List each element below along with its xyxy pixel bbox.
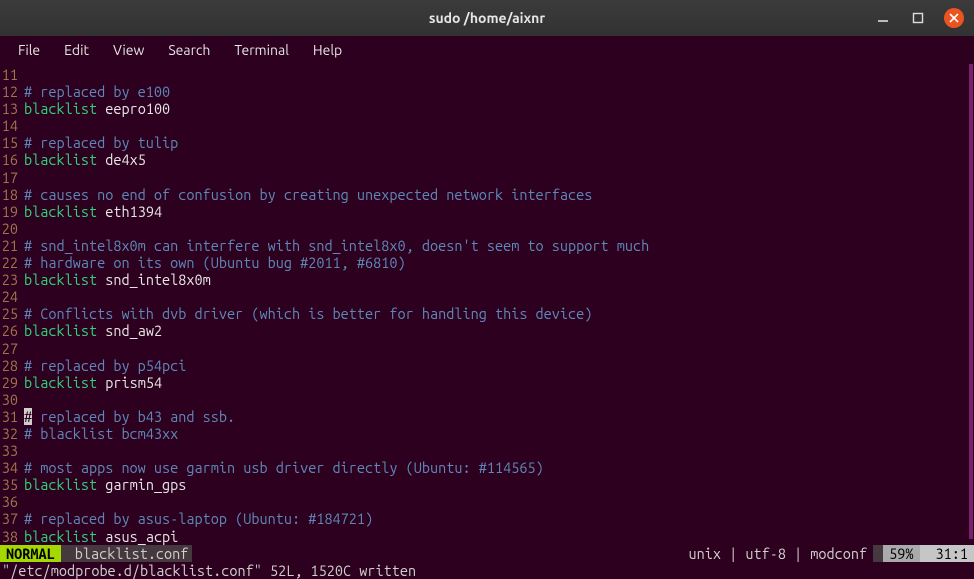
- line-number: 17: [0, 169, 24, 186]
- separator-icon: [920, 545, 930, 562]
- fileinfo-label: unix | utf-8 | modconf: [683, 545, 874, 562]
- menu-edit[interactable]: Edit: [54, 39, 99, 61]
- separator-icon: [192, 545, 202, 562]
- percent-label: 59%: [883, 545, 919, 562]
- code-line: 15# replaced by tulip: [0, 134, 974, 151]
- editor-area[interactable]: 1112# replaced by e10013blacklist eepro1…: [0, 64, 974, 545]
- code-line: 37# replaced by asus-laptop (Ubuntu: #18…: [0, 510, 974, 527]
- message-line: "/etc/modprobe.d/blacklist.conf" 52L, 15…: [0, 562, 974, 579]
- menubar: File Edit View Search Terminal Help: [0, 36, 974, 64]
- line-number: 22: [0, 254, 24, 271]
- cursor: #: [24, 408, 32, 425]
- line-number: 34: [0, 459, 24, 476]
- line-number: 19: [0, 203, 24, 220]
- code-line: 16blacklist de4x5: [0, 151, 974, 168]
- code-line: 33: [0, 442, 974, 459]
- code-line: 38blacklist asus_acpi: [0, 528, 974, 545]
- menu-terminal[interactable]: Terminal: [224, 39, 299, 61]
- minimize-button[interactable]: [874, 10, 891, 27]
- line-number: 31: [0, 408, 24, 425]
- separator-icon: [61, 545, 71, 562]
- line-number: 18: [0, 186, 24, 203]
- code-line: 22# hardware on its own (Ubuntu bug #201…: [0, 254, 974, 271]
- line-number: 23: [0, 271, 24, 288]
- code-line: 19blacklist eth1394: [0, 203, 974, 220]
- line-number: 11: [0, 66, 24, 83]
- position-label: 31:1: [930, 545, 974, 562]
- line-number: 16: [0, 151, 24, 168]
- line-number: 20: [0, 220, 24, 237]
- code-line: 26blacklist snd_aw2: [0, 322, 974, 339]
- code-line: 34# most apps now use garmin usb driver …: [0, 459, 974, 476]
- code-line: 30: [0, 391, 974, 408]
- code-line: 17: [0, 169, 974, 186]
- code-line: 28# replaced by p54pci: [0, 357, 974, 374]
- code-line: 14: [0, 117, 974, 134]
- line-number: 33: [0, 442, 24, 459]
- line-number: 28: [0, 357, 24, 374]
- statusbar: NORMAL blacklist.conf unix | utf-8 | mod…: [0, 545, 974, 562]
- line-number: 38: [0, 528, 24, 545]
- line-number: 36: [0, 493, 24, 510]
- line-number: 12: [0, 83, 24, 100]
- code-line: 36: [0, 493, 974, 510]
- menu-view[interactable]: View: [103, 39, 154, 61]
- line-number: 32: [0, 425, 24, 442]
- code-line: 31# replaced by b43 and ssb.: [0, 408, 974, 425]
- line-number: 30: [0, 391, 24, 408]
- titlebar: sudo /home/aixnr: [0, 0, 974, 36]
- filename-label: blacklist.conf: [71, 545, 193, 562]
- maximize-button[interactable]: [909, 10, 926, 27]
- code-line: 18# causes no end of confusion by creati…: [0, 186, 974, 203]
- code-line: 29blacklist prism54: [0, 374, 974, 391]
- line-number: 14: [0, 117, 24, 134]
- menu-search[interactable]: Search: [158, 39, 220, 61]
- menu-file[interactable]: File: [8, 39, 50, 61]
- close-button[interactable]: [944, 8, 964, 28]
- line-number: 21: [0, 237, 24, 254]
- code-line: 35blacklist garmin_gps: [0, 476, 974, 493]
- window-controls: [874, 8, 964, 28]
- code-line: 25# Conflicts with dvb driver (which is …: [0, 305, 974, 322]
- line-number: 29: [0, 374, 24, 391]
- code-line: 24: [0, 288, 974, 305]
- code-line: 32# blacklist bcm43xx: [0, 425, 974, 442]
- line-number: 27: [0, 340, 24, 357]
- code-line: 13blacklist eepro100: [0, 100, 974, 117]
- code-line: 20: [0, 220, 974, 237]
- code-line: 21# snd_intel8x0m can interfere with snd…: [0, 237, 974, 254]
- line-number: 13: [0, 100, 24, 117]
- statusbar-spacer: [202, 545, 682, 562]
- scrollbar[interactable]: [969, 64, 973, 539]
- code-line: 27: [0, 340, 974, 357]
- code-line: 11: [0, 66, 974, 83]
- line-number: 26: [0, 322, 24, 339]
- code-line: 12# replaced by e100: [0, 83, 974, 100]
- mode-indicator: NORMAL: [0, 545, 61, 562]
- code-line: 23blacklist snd_intel8x0m: [0, 271, 974, 288]
- line-number: 15: [0, 134, 24, 151]
- line-number: 37: [0, 510, 24, 527]
- menu-help[interactable]: Help: [303, 39, 352, 61]
- line-number: 35: [0, 476, 24, 493]
- line-number: 25: [0, 305, 24, 322]
- window-title: sudo /home/aixnr: [429, 10, 545, 26]
- separator-icon: [873, 545, 883, 562]
- line-number: 24: [0, 288, 24, 305]
